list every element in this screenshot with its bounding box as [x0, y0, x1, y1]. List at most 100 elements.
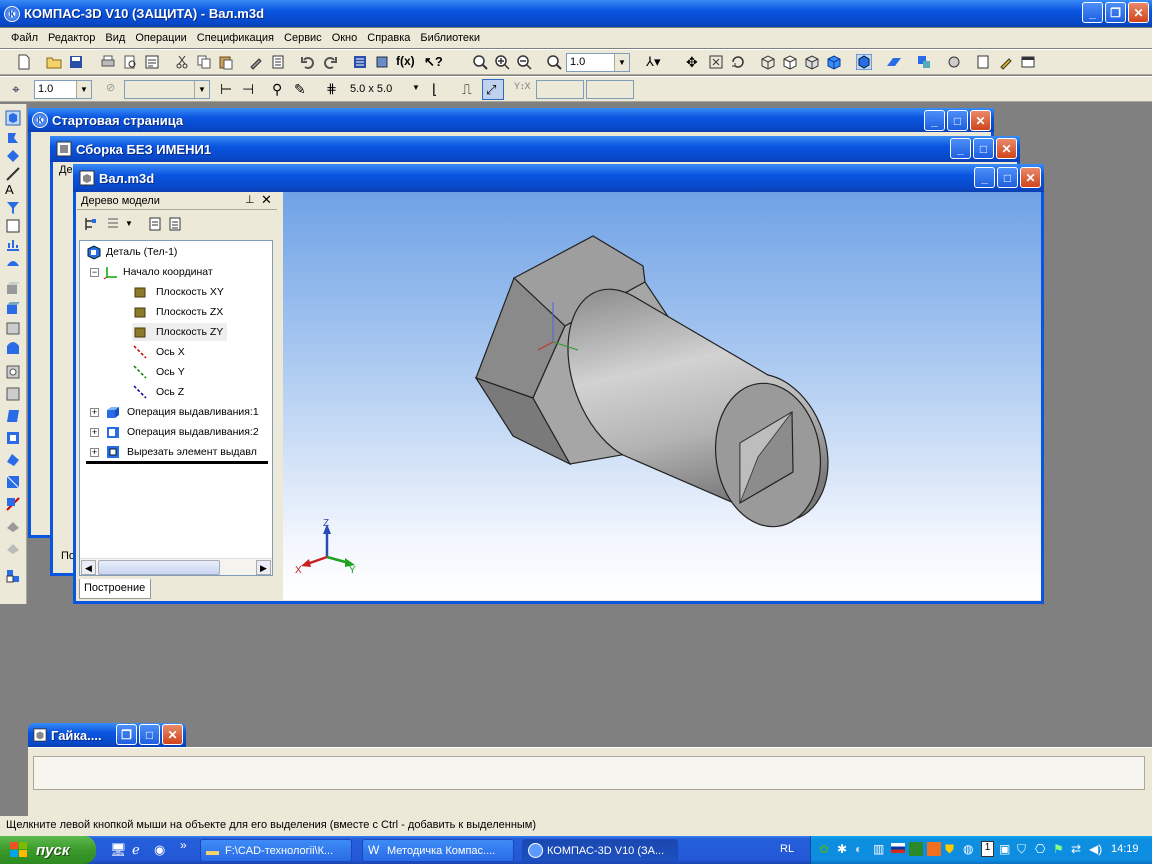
save-icon[interactable] — [68, 54, 84, 70]
format-brush-icon[interactable] — [248, 54, 264, 70]
parameters-icon[interactable] — [946, 54, 962, 70]
rib-icon[interactable] — [5, 430, 21, 446]
tree-display-icon[interactable] — [916, 54, 932, 70]
zoom-in-icon[interactable] — [472, 54, 488, 70]
tree-structure-icon[interactable] — [83, 216, 99, 232]
model-viewport[interactable]: Z X Y — [283, 192, 1041, 600]
close-icon[interactable]: ✕ — [261, 192, 272, 208]
tray-antivirus-icon[interactable]: ✱ — [837, 842, 847, 856]
tree-doc2-icon[interactable] — [167, 216, 183, 232]
taskbar-button-kompas[interactable]: КОМПАС-3D V10 (ЗА... — [522, 839, 678, 862]
manager-icon[interactable] — [352, 54, 368, 70]
fx-variables-icon[interactable]: f(x) — [396, 54, 415, 70]
shaft-titlebar[interactable]: Вал.m3d _ □ ✕ — [73, 164, 1044, 192]
bool-icon[interactable] — [5, 518, 21, 534]
hole-icon[interactable] — [5, 364, 21, 380]
restore-button[interactable]: ❐ — [1105, 2, 1126, 23]
properties-icon[interactable] — [144, 54, 160, 70]
tree-h-scrollbar[interactable]: ◀ ▶ — [80, 558, 272, 575]
layers-icon[interactable] — [270, 54, 286, 70]
assembly-icon[interactable] — [5, 568, 21, 584]
expand-icon[interactable]: + — [90, 427, 99, 437]
report-icon[interactable] — [5, 236, 21, 252]
maximize-button[interactable]: □ — [973, 138, 994, 159]
paste-icon[interactable] — [218, 54, 234, 70]
tree-item-axis-x[interactable]: Ось X — [132, 343, 185, 361]
maximize-button[interactable]: □ — [139, 724, 160, 745]
minimize-button[interactable]: _ — [924, 110, 945, 131]
tree-doc-icon[interactable] — [147, 216, 163, 232]
zoom-fit-icon[interactable] — [708, 54, 724, 70]
ortho-icon[interactable]: ⌊ — [432, 81, 448, 97]
restore-button[interactable]: ❐ — [116, 724, 137, 745]
fillet-icon[interactable] — [5, 386, 21, 402]
shaded-icon[interactable] — [826, 54, 842, 70]
tray-network-icon[interactable]: ⎔ — [1035, 842, 1045, 856]
tray-globe-icon[interactable]: ◍ — [963, 842, 973, 856]
menu-file[interactable]: Файл — [11, 32, 38, 44]
tray-flag-icon[interactable] — [891, 843, 905, 853]
tray-orange-icon[interactable] — [927, 842, 941, 856]
step-cursor-icon[interactable]: ⌖ — [12, 81, 28, 97]
chevron-down-icon[interactable]: ▼ — [412, 83, 420, 92]
thin-hidden-icon[interactable] — [804, 54, 820, 70]
grid-size-value[interactable]: 5.0 x 5.0 — [350, 83, 392, 95]
kompas-app-icon[interactable]: К — [4, 5, 20, 22]
tree-view-mode-icon[interactable] — [105, 216, 121, 232]
diamond-icon[interactable] — [5, 148, 21, 164]
expand-icon[interactable]: + — [90, 447, 99, 457]
expand-icon[interactable]: + — [90, 407, 99, 417]
sketch-icon[interactable] — [976, 54, 992, 70]
cut-extrude-icon[interactable] — [5, 320, 21, 336]
edit-part-icon[interactable] — [5, 110, 21, 126]
section-icon[interactable] — [5, 496, 21, 512]
cursor-step-combo[interactable]: 1.0 ▼ — [34, 80, 92, 99]
tray-antenna-icon[interactable]: ⚑ — [1053, 842, 1064, 856]
boss-icon[interactable] — [5, 300, 21, 316]
tree-item-axis-z[interactable]: Ось Z — [132, 383, 184, 401]
maximize-button[interactable]: □ — [947, 110, 968, 131]
tree-item-origin[interactable]: − Начало координат — [90, 263, 213, 281]
pan-icon[interactable]: ✥ — [686, 54, 702, 70]
menu-help[interactable]: Справка — [367, 32, 410, 44]
filter-icon[interactable] — [5, 200, 21, 216]
measure-icon[interactable] — [5, 166, 21, 182]
tree-tab-build[interactable]: Построение — [79, 579, 151, 599]
scroll-left-icon[interactable]: ◀ — [81, 560, 96, 575]
zoom-scale-combo[interactable]: 1.0 ▼ — [566, 53, 630, 72]
open-folder-icon[interactable] — [46, 54, 62, 70]
pin-icon[interactable]: ⊥ — [245, 193, 255, 206]
tray-security-icon[interactable]: ⛉ — [1017, 842, 1026, 857]
array-icon[interactable] — [5, 452, 21, 468]
tree-item-extrude-1[interactable]: + Операция выдавливания:1 — [90, 403, 259, 421]
properties-field[interactable] — [33, 756, 1145, 790]
tree-item-axis-y[interactable]: Ось Y — [132, 363, 185, 381]
start-page-titlebar[interactable]: К Стартовая страница _ □ ✕ — [28, 108, 994, 132]
tray-number-badge[interactable]: 1 — [981, 841, 994, 857]
shaft-model[interactable]: Z X Y — [283, 192, 1041, 600]
revolve-icon[interactable] — [5, 340, 21, 356]
maximize-button[interactable]: □ — [997, 167, 1018, 188]
tray-usb-icon[interactable]: ⇄ — [1071, 842, 1081, 856]
minimize-button[interactable]: _ — [974, 167, 995, 188]
tray-shield-icon[interactable]: ⛊ — [945, 842, 954, 857]
zoom-scale-icon[interactable] — [546, 54, 562, 70]
zoom-plus-icon[interactable] — [494, 54, 510, 70]
assembly-titlebar[interactable]: Сборка БЕЗ ИМЕНИ1 _ □ ✕ — [50, 136, 1020, 162]
tray-volume-icon[interactable]: ◀) — [1089, 842, 1102, 856]
quicklaunch-ie-icon[interactable]: ℯ — [132, 842, 140, 858]
app-title-bar[interactable]: К КОМПАС-3D V10 (ЗАЩИТА) - Вал.m3d _ ❐ ✕ — [0, 0, 1152, 27]
menu-window[interactable]: Окно — [332, 32, 358, 44]
selected-tool[interactable]: ⤢ — [482, 79, 504, 100]
tray-app-icon[interactable]: ▥ — [873, 842, 884, 856]
taskbar-button-doc[interactable]: W Методичка Компас.... — [362, 839, 514, 862]
menu-view[interactable]: Вид — [105, 32, 125, 44]
language-indicator[interactable]: RL — [780, 843, 794, 855]
copy-icon[interactable] — [196, 54, 212, 70]
close-button[interactable]: ✕ — [1020, 167, 1041, 188]
quicklaunch-more-icon[interactable]: » — [180, 838, 187, 852]
quicklaunch-desktop-icon[interactable]: 🖥 — [110, 842, 127, 858]
scroll-thumb[interactable] — [98, 560, 220, 575]
assembly-tab-stub[interactable]: Де — [59, 164, 73, 176]
mirror-icon[interactable] — [5, 474, 21, 490]
